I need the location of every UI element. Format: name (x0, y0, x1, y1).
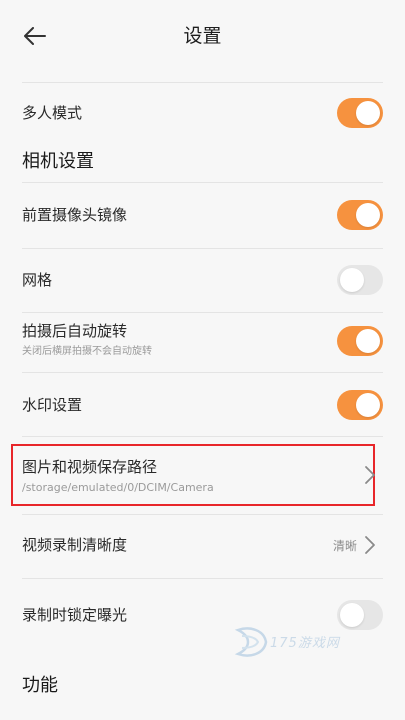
chevron-right-icon[interactable] (363, 465, 377, 485)
toggle-knob (340, 268, 364, 292)
video-quality-label[interactable]: 视频录制清晰度 (22, 535, 127, 555)
divider (22, 578, 383, 579)
divider (22, 248, 383, 249)
multi-person-mode-label: 多人模式 (22, 104, 83, 122)
chevron-right-icon[interactable] (363, 535, 377, 555)
divider (22, 182, 383, 183)
divider (22, 514, 383, 515)
lock-exposure-label: 录制时锁定曝光 (22, 606, 128, 624)
auto-rotate-toggle[interactable] (337, 326, 383, 356)
save-path-value: /storage/emulated/0/DCIM/Camera (22, 481, 214, 494)
toggle-knob (356, 203, 380, 227)
video-quality-value: 清晰 (332, 539, 357, 553)
divider (22, 312, 383, 313)
watermark-text: 175游戏网 (270, 636, 340, 651)
auto-rotate-sublabel: 关闭后横屏拍摄不会自动旋转 (22, 346, 152, 357)
site-watermark-logo: 175游戏网 (232, 622, 362, 666)
header: 设置 (0, 0, 405, 72)
toggle-knob (356, 101, 380, 125)
front-camera-mirror-label: 前置摄像头镜像 (22, 206, 128, 224)
save-path-label[interactable]: 图片和视频保存路径 (22, 457, 157, 477)
divider (22, 436, 383, 437)
grid-label: 网格 (22, 271, 53, 289)
divider (22, 372, 383, 373)
auto-rotate-label: 拍摄后自动旋转 (22, 322, 128, 340)
section-camera-settings: 相机设置 (22, 151, 94, 172)
divider (22, 82, 383, 83)
watermark-emblem-icon (234, 627, 268, 657)
watermark-settings-toggle[interactable] (337, 390, 383, 420)
front-camera-mirror-toggle[interactable] (337, 200, 383, 230)
section-features: 功能 (22, 675, 58, 696)
page-title: 设置 (183, 25, 222, 47)
multi-person-mode-toggle[interactable] (337, 98, 383, 128)
toggle-knob (356, 393, 380, 417)
grid-toggle[interactable] (337, 265, 383, 295)
watermark-settings-label: 水印设置 (22, 396, 83, 414)
toggle-knob (356, 329, 380, 353)
